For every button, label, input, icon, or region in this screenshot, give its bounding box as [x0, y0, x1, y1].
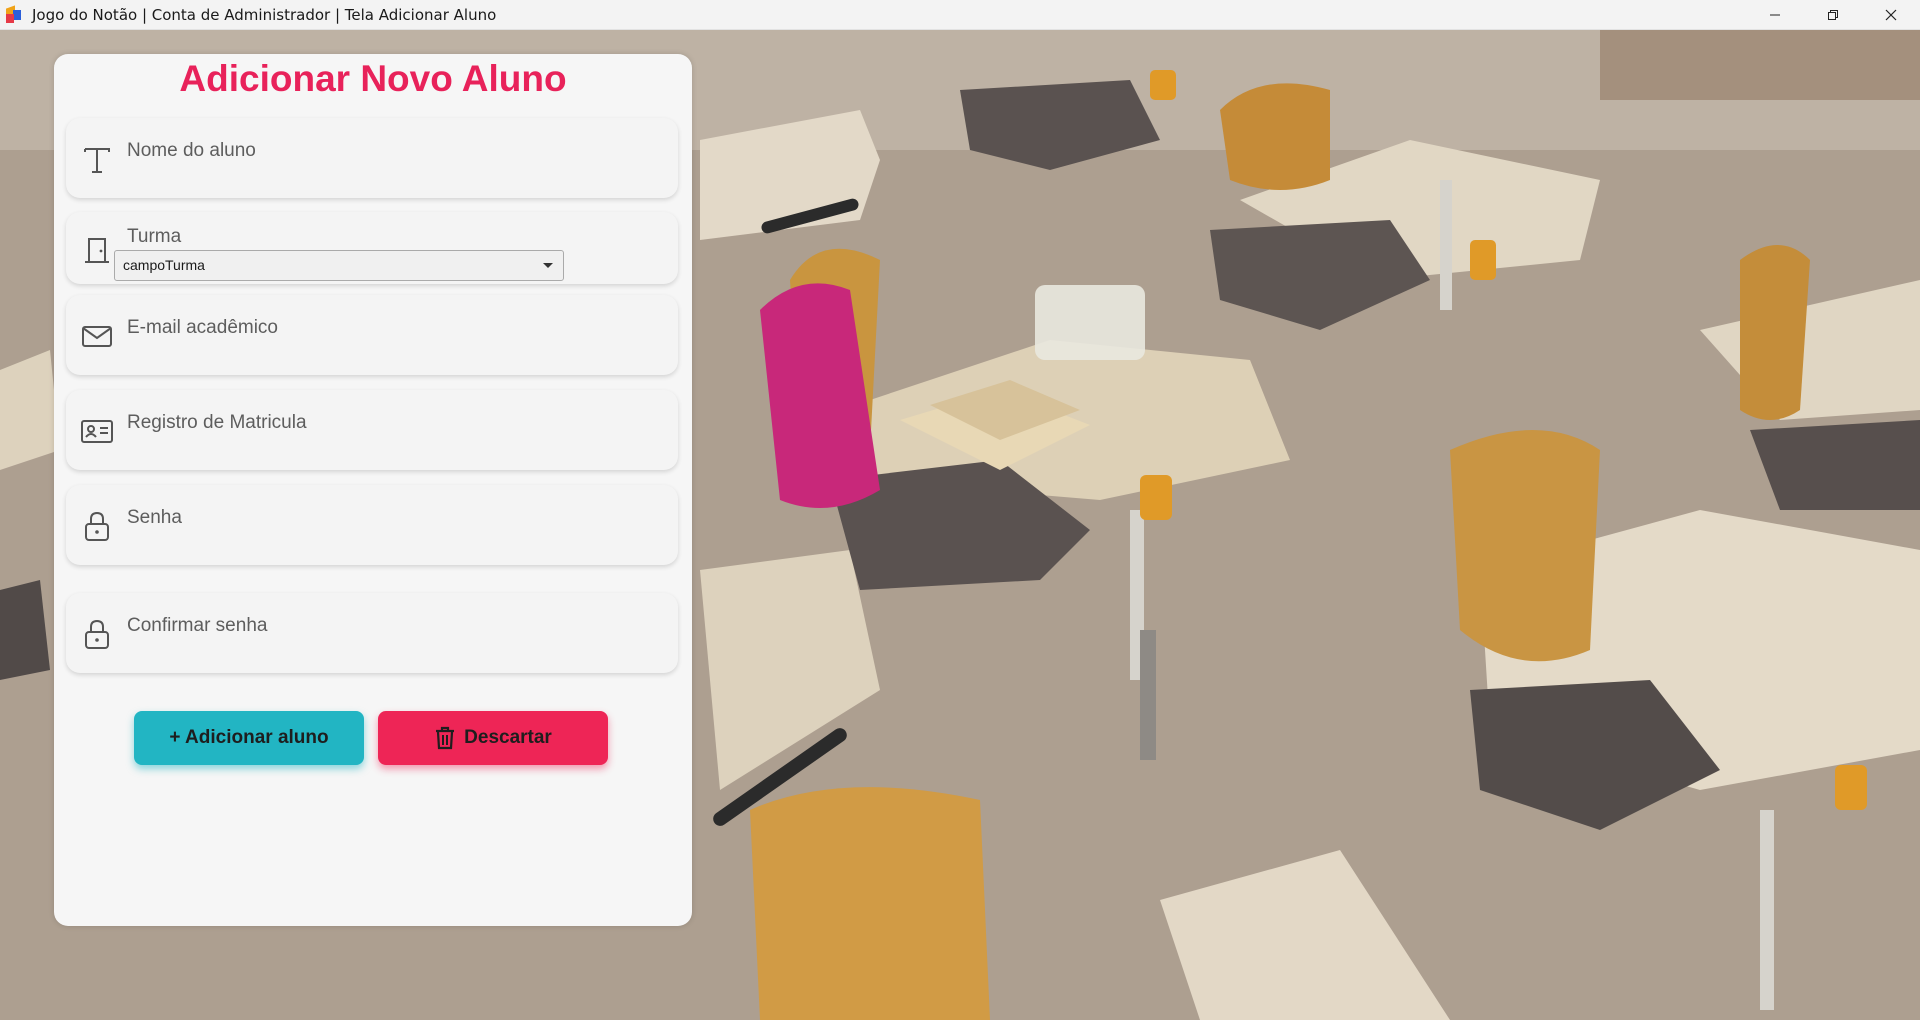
class-label: Turma — [127, 226, 182, 247]
student-name-field[interactable]: Nome do aluno — [66, 118, 678, 198]
restore-button[interactable] — [1804, 0, 1862, 29]
add-student-button[interactable]: + Adicionar aluno — [134, 711, 364, 765]
text-icon — [84, 148, 110, 173]
class-field: Turma campoTurma — [66, 212, 678, 284]
mail-icon — [82, 326, 112, 347]
lock-icon — [85, 619, 109, 649]
close-button[interactable] — [1862, 0, 1920, 29]
email-label: E-mail acadêmico — [127, 317, 278, 338]
window-title: Jogo do Notão | Conta de Administrador |… — [32, 5, 497, 24]
lock-icon — [85, 511, 109, 541]
restore-icon — [1828, 9, 1838, 20]
app-logo-icon — [5, 4, 23, 24]
door-icon — [85, 238, 109, 263]
student-name-label: Nome do aluno — [127, 140, 256, 161]
add-student-panel: Adicionar Novo Aluno Nome do aluno Turma… — [54, 54, 692, 926]
password-field[interactable]: Senha — [66, 485, 678, 565]
trash-icon — [436, 726, 455, 750]
registration-field[interactable]: Registro de Matricula — [66, 390, 678, 470]
confirm-password-label: Confirmar senha — [127, 615, 268, 636]
page-title: Adicionar Novo Aluno — [179, 58, 567, 99]
registration-label: Registro de Matricula — [127, 412, 307, 433]
minimize-icon — [1770, 14, 1780, 15]
minimize-button[interactable] — [1746, 0, 1804, 29]
discard-button[interactable]: Descartar — [378, 711, 608, 765]
chevron-down-icon — [543, 263, 553, 268]
email-field[interactable]: E-mail acadêmico — [66, 295, 678, 375]
discard-button-label: Descartar — [464, 727, 552, 748]
class-select-value: campoTurma — [123, 257, 205, 273]
password-label: Senha — [127, 507, 182, 528]
confirm-password-field[interactable]: Confirmar senha — [66, 593, 678, 673]
class-select[interactable]: campoTurma — [114, 250, 564, 281]
id-card-icon — [81, 420, 113, 443]
window-controls — [1746, 0, 1920, 29]
window-titlebar: Jogo do Notão | Conta de Administrador |… — [0, 0, 1920, 30]
close-icon — [1885, 9, 1897, 20]
